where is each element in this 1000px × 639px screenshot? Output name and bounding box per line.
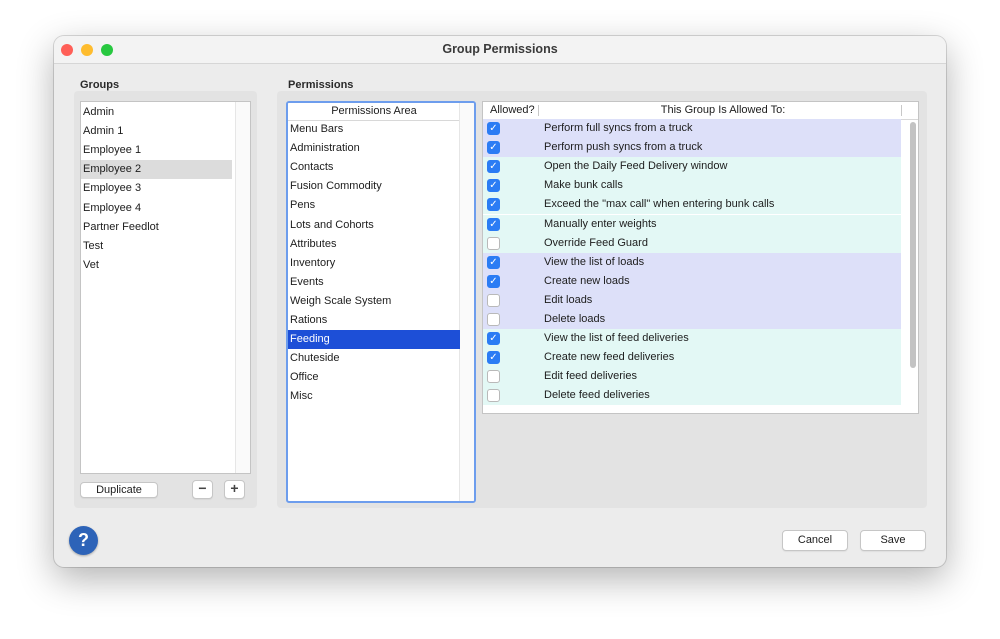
permission-description: Exceed the "max call" when entering bunk… [544,198,775,211]
permissions-area-item[interactable]: Rations [288,311,460,330]
description-column-header[interactable]: This Group Is Allowed To: [603,102,843,119]
allowed-checkbox[interactable] [487,293,500,307]
permissions-area-item[interactable]: Pens [288,196,460,215]
permissions-area-item[interactable]: Office [288,368,460,387]
save-button[interactable]: Save [860,530,926,551]
allowed-checkbox[interactable]: ✓ [487,179,500,193]
allowed-checkbox[interactable]: ✓ [487,141,500,155]
permissions-table-scrollbar[interactable] [910,122,916,368]
cancel-button[interactable]: Cancel [782,530,848,551]
column-divider [538,105,539,116]
permission-row[interactable]: ✓ Create new feed deliveries [483,348,901,368]
column-divider [901,105,902,116]
permission-row[interactable]: ✓ View the list of feed deliveries [483,329,901,349]
permission-description: Perform push syncs from a truck [544,141,703,154]
permission-row[interactable]: Edit feed deliveries [483,367,901,387]
permissions-area-item[interactable]: Lots and Cohorts [288,216,460,235]
permission-row[interactable]: ✓ Perform push syncs from a truck [483,138,901,158]
remove-group-button[interactable]: − [192,480,213,499]
permissions-area-list[interactable]: Permissions Area Menu Bars Administration… [286,101,476,503]
group-item[interactable]: Test [81,237,232,256]
allowed-checkbox[interactable]: ✓ [487,160,500,174]
allowed-checkbox[interactable]: ✓ [487,332,500,346]
allowed-checkbox[interactable] [487,236,500,250]
permission-row[interactable]: Delete loads [483,310,901,329]
area-list-scrollbar[interactable] [459,103,474,501]
permission-row[interactable]: Edit loads [483,290,901,310]
permissions-area-item[interactable]: Contacts [288,158,460,177]
permission-description: Delete loads [544,313,606,325]
group-item[interactable]: Employee 3 [81,179,232,198]
group-item[interactable]: Admin 1 [81,122,232,141]
permission-description: Perform full syncs from a truck [544,122,693,134]
group-item[interactable]: Partner Feedlot [81,218,232,237]
group-item[interactable]: Vet [81,256,232,275]
allowed-checkbox[interactable]: ✓ [487,198,500,212]
group-item[interactable]: Admin [81,103,232,122]
permission-description: Edit loads [544,293,593,306]
permission-description: Make bunk calls [544,179,623,192]
allowed-checkbox[interactable]: ✓ [487,255,500,269]
allowed-checkbox[interactable]: ✓ [487,122,500,135]
permission-description: View the list of loads [544,255,645,268]
allowed-column-header[interactable]: Allowed? [490,102,535,119]
permission-row[interactable]: ✓ Create new loads [483,271,901,291]
permission-description: Edit feed deliveries [544,370,637,383]
help-button[interactable]: ? [69,526,98,555]
group-item[interactable]: Employee 4 [81,199,232,218]
permission-description: Create new loads [544,274,630,287]
permissions-area-item[interactable]: Weigh Scale System [288,292,460,311]
permission-row[interactable]: Override Feed Guard [483,233,901,253]
groups-label: Groups [80,79,120,91]
permission-row[interactable]: ✓ Open the Daily Feed Delivery window [483,157,901,177]
permission-description: Delete feed deliveries [544,389,650,402]
duplicate-button[interactable]: Duplicate [80,482,158,498]
permission-description: Manually enter weights [544,217,657,230]
permissions-area-item[interactable]: Attributes [288,235,460,254]
permissions-area-item[interactable]: Misc [288,387,460,406]
permission-description: Create new feed deliveries [544,351,675,364]
window-title: Group Permissions [442,42,558,56]
groups-list[interactable]: Admin Admin 1 Employee 1 Employee 2 Employee… [80,101,251,474]
group-permissions-window: Group Permissions Groups Admin Admin 1 Emp… [54,36,946,567]
allowed-checkbox[interactable] [487,389,500,403]
permissions-area-item[interactable]: Administration [288,139,460,158]
permissions-area-item[interactable]: Menu Bars [288,120,460,139]
allowed-checkbox[interactable] [487,313,500,326]
allowed-checkbox[interactable]: ✓ [487,274,500,288]
permissions-area-item[interactable]: Fusion Commodity [288,177,460,196]
permissions-area-header[interactable]: Permissions Area [288,103,460,121]
permission-row[interactable]: ✓ Perform full syncs from a truck [483,119,901,138]
permission-row[interactable]: ✓ Exceed the "max call" when entering bun… [483,195,901,215]
permissions-table[interactable]: Allowed? This Group Is Allowed To: ✓ Perf… [482,101,919,414]
permissions-area-header-label: Permissions Area [331,105,417,117]
permissions-area-item[interactable]: Events [288,273,460,292]
permissions-label: Permissions [288,79,354,91]
groups-list-scrollbar[interactable] [235,102,250,473]
permission-row[interactable]: ✓ View the list of loads [483,252,901,272]
title-bar: Group Permissions [54,36,946,64]
permission-description: Open the Daily Feed Delivery window [544,160,728,173]
permission-description: Override Feed Guard [544,236,648,249]
permissions-table-header: Allowed? This Group Is Allowed To: [483,102,918,120]
allowed-checkbox[interactable]: ✓ [487,217,500,231]
permission-row[interactable]: Delete feed deliveries [483,386,901,406]
group-item[interactable]: Employee 1 [81,141,232,160]
permissions-area-item[interactable]: Chuteside [288,349,460,368]
allowed-checkbox[interactable]: ✓ [487,351,500,365]
add-group-button[interactable]: + [224,480,245,499]
permission-row[interactable]: ✓ Make bunk calls [483,176,901,196]
group-item[interactable]: Employee 2 [81,160,232,180]
allowed-checkbox[interactable] [487,370,500,384]
permission-row[interactable]: ✓ Manually enter weights [483,214,901,234]
permissions-area-item[interactable]: Feeding [288,330,460,350]
permissions-area-item[interactable]: Inventory [288,254,460,273]
permission-description: View the list of feed deliveries [544,332,689,345]
